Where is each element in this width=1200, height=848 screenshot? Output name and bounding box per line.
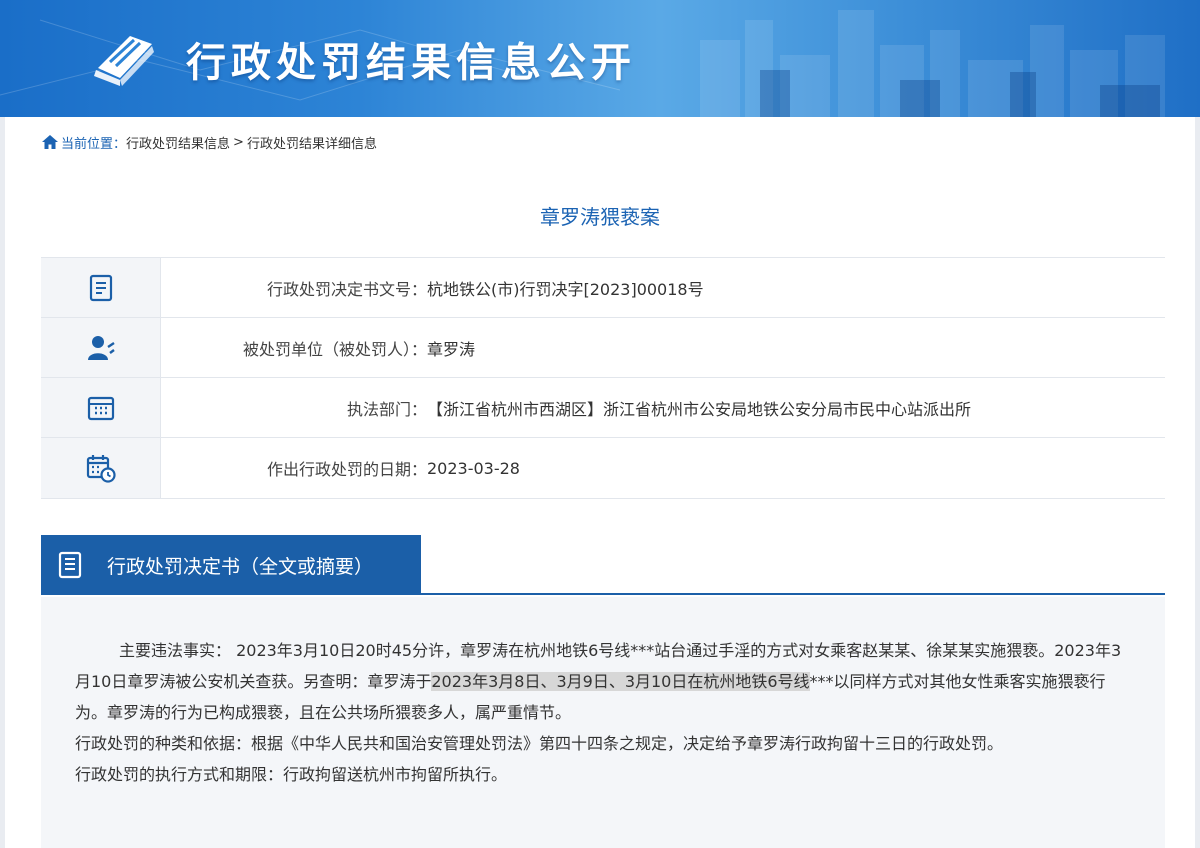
book-logo-icon [94, 36, 154, 86]
building-icon [87, 396, 114, 420]
breadcrumb-current-label: 当前位置： [61, 136, 127, 152]
paragraph-penalty-basis: 行政处罚的种类和依据：根据《中华人民共和国治安管理处罚法》第四十四条之规定，决定… [75, 734, 1004, 753]
page-header-title: 行政处罚结果信息公开 [186, 40, 636, 86]
decision-tab[interactable]: 行政处罚决定书（全文或摘要） [41, 535, 421, 595]
breadcrumb: 当前位置： 行政处罚结果信息 > 行政处罚结果详细信息 [41, 132, 377, 152]
case-info-table: 行政处罚决定书文号： 杭地铁公(市)行罚决字[2023]00018号 被处罚单位… [41, 257, 1165, 499]
info-label: 执法部门： [346, 399, 427, 419]
case-title: 章罗涛猥亵案 [540, 205, 660, 229]
highlighted-text: 2023年3月8日、3月9日、3月10日在杭州地铁6号线 [431, 672, 810, 691]
info-row-enforcement-dept: 执法部门： 【浙江省杭州市西湖区】浙江省杭州市公安局地铁公安分局市民中心站派出所 [41, 378, 1165, 438]
document-icon [58, 551, 82, 579]
info-row-decision-date: 作出行政处罚的日期： 2023-03-28 [41, 438, 1165, 498]
header-banner: 行政处罚结果信息公开 [0, 0, 1200, 117]
info-value: 【浙江省杭州市西湖区】浙江省杭州市公安局地铁公安分局市民中心站派出所 [427, 399, 972, 419]
info-label: 作出行政处罚的日期： [266, 460, 427, 479]
content-panel: 当前位置： 行政处罚结果信息 > 行政处罚结果详细信息 章罗涛猥亵案 行政处罚决… [5, 117, 1195, 848]
info-value: 2023-03-28 [427, 458, 520, 478]
info-value: 杭地铁公(市)行罚决字[2023]00018号 [427, 279, 704, 299]
document-number-icon [89, 274, 112, 301]
breadcrumb-separator: > [233, 134, 244, 150]
paragraph-penalty-execution: 行政处罚的执行方式和期限：行政拘留送杭州市拘留所执行。 [75, 765, 508, 784]
decision-section-header: 行政处罚决定书（全文或摘要） [41, 535, 1165, 595]
info-row-document-number: 行政处罚决定书文号： 杭地铁公(市)行罚决字[2023]00018号 [41, 258, 1165, 318]
calendar-clock-icon [86, 455, 116, 483]
info-value: 章罗涛 [427, 339, 476, 359]
info-row-punished-party: 被处罚单位（被处罚人）： 章罗涛 [41, 318, 1165, 378]
breadcrumb-link-detail[interactable]: 行政处罚结果详细信息 [247, 133, 377, 152]
info-label: 被处罚单位（被处罚人）： [242, 339, 427, 359]
decision-body: 主要违法事实： 2023年3月10日20时45分许，章罗涛在杭州地铁6号线***… [41, 597, 1165, 848]
decision-tab-label: 行政处罚决定书（全文或摘要） [107, 555, 374, 578]
info-label: 行政处罚决定书文号： [266, 279, 427, 299]
person-icon [87, 335, 115, 360]
breadcrumb-link-results[interactable]: 行政处罚结果信息 [126, 133, 230, 152]
home-icon [42, 135, 58, 149]
paragraph-violation-facts: 主要违法事实： 2023年3月10日20时45分许，章罗涛在杭州地铁6号线***… [75, 641, 1122, 722]
